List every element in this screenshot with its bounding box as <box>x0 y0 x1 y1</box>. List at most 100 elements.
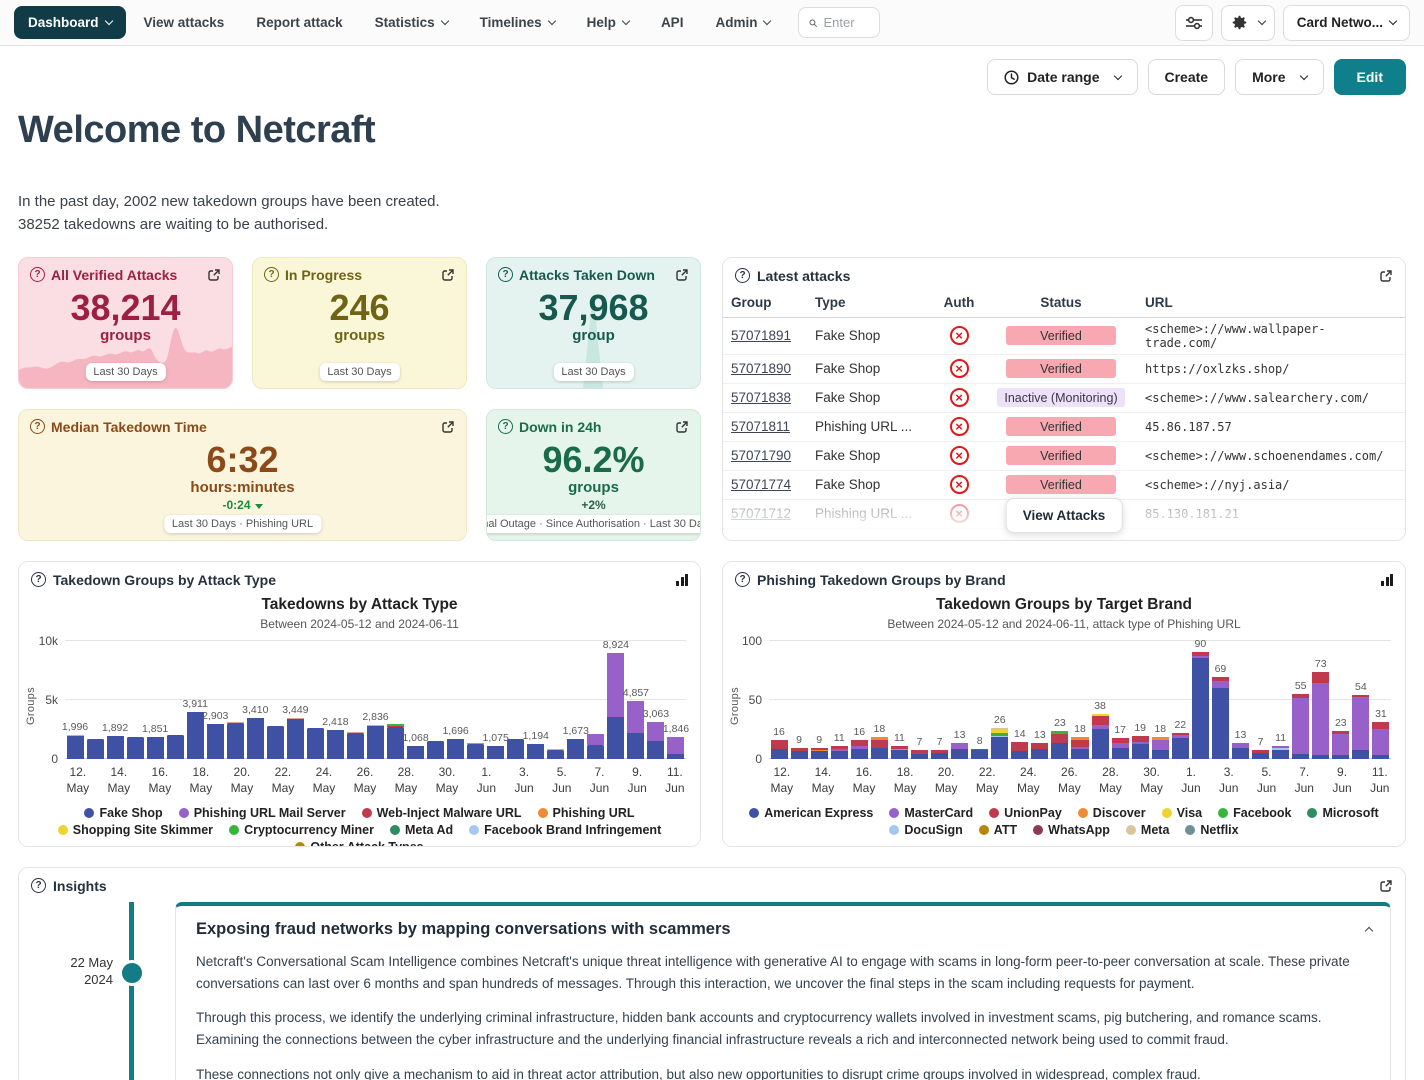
help-icon[interactable]: ? <box>30 419 45 434</box>
help-icon[interactable]: ? <box>735 268 750 283</box>
legend-item-meta-ad[interactable]: Meta Ad <box>390 823 453 837</box>
view-attacks-button[interactable]: View Attacks <box>1006 498 1123 533</box>
help-icon[interactable]: ? <box>735 572 750 587</box>
legend-item-fake-shop[interactable]: Fake Shop <box>84 806 162 820</box>
nav-item-admin[interactable]: Admin <box>701 6 784 39</box>
legend-item-unionpay[interactable]: UnionPay <box>989 806 1062 820</box>
bar[interactable]: 2,418 <box>327 641 344 759</box>
bar[interactable]: 3,449 <box>287 641 304 759</box>
group-id-link[interactable]: 57071890 <box>731 361 791 376</box>
bar[interactable]: 23 <box>1051 641 1068 759</box>
external-link-icon[interactable] <box>441 420 455 434</box>
legend-item-phishing-url[interactable]: Phishing URL <box>538 806 635 820</box>
bar[interactable]: 11 <box>831 641 848 759</box>
bar[interactable]: 1,075 <box>487 641 504 759</box>
legend-item-phishing-url-mail-server[interactable]: Phishing URL Mail Server <box>179 806 346 820</box>
bar-chart-icon[interactable] <box>1381 574 1393 586</box>
bar[interactable]: 7 <box>911 641 928 759</box>
bar[interactable] <box>547 641 564 759</box>
external-link-icon[interactable] <box>441 268 455 282</box>
legend-item-docusign[interactable]: DocuSign <box>889 823 962 837</box>
bar[interactable] <box>587 641 604 759</box>
bar[interactable]: 2,836 <box>367 641 384 759</box>
bar[interactable]: 1,068 <box>407 641 424 759</box>
bar[interactable]: 11 <box>1272 641 1289 759</box>
legend-item-att[interactable]: ATT <box>979 823 1017 837</box>
legend-item-web-inject-malware-url[interactable]: Web-Inject Malware URL <box>362 806 522 820</box>
legend-item-microsoft[interactable]: Microsoft <box>1307 806 1378 820</box>
external-link-icon[interactable] <box>207 268 221 282</box>
legend-item-netflix[interactable]: Netflix <box>1185 823 1238 837</box>
bar[interactable]: 9 <box>811 641 828 759</box>
bar[interactable]: 8,924 <box>607 641 624 759</box>
bar[interactable]: 1,892 <box>107 641 124 759</box>
legend-item-whatsapp[interactable]: WhatsApp <box>1033 823 1110 837</box>
bar[interactable]: 13 <box>1031 641 1048 759</box>
legend-item-other-attack-types[interactable]: Other Attack Types <box>295 840 423 847</box>
bar[interactable] <box>267 641 284 759</box>
bar[interactable]: 3,063 <box>647 641 664 759</box>
nav-item-api[interactable]: API <box>647 6 698 39</box>
bar[interactable] <box>347 641 364 759</box>
bar[interactable]: 7 <box>931 641 948 759</box>
bar[interactable]: 69 <box>1212 641 1229 759</box>
search-box[interactable] <box>798 7 880 38</box>
external-link-icon[interactable] <box>1379 879 1393 893</box>
auth-denied-icon[interactable]: × <box>950 388 969 407</box>
legend-item-facebook-brand-infringement[interactable]: Facebook Brand Infringement <box>469 823 661 837</box>
bar[interactable]: 1,996 <box>67 641 84 759</box>
bar[interactable]: 1,673 <box>567 641 584 759</box>
stat-card-in-progress[interactable]: ?In Progress246groupsLast 30 Days <box>252 257 467 389</box>
bar[interactable] <box>227 641 244 759</box>
group-id-link[interactable]: 57071838 <box>731 390 791 405</box>
nav-item-view-attacks[interactable]: View attacks <box>130 6 239 39</box>
bar[interactable]: 18 <box>1152 641 1169 759</box>
auth-denied-icon[interactable]: × <box>950 475 969 494</box>
collapse-button[interactable] <box>1355 918 1376 941</box>
external-link-icon[interactable] <box>1379 269 1393 283</box>
nav-item-statistics[interactable]: Statistics <box>361 6 462 39</box>
more-button[interactable]: More <box>1235 59 1323 95</box>
timeline-dot[interactable] <box>119 960 145 986</box>
stat-card-down-in-24h[interactable]: ?Down in 24h96.2%groups+2%Final Outage ·… <box>486 409 701 541</box>
bar[interactable]: 3,911 <box>187 641 204 759</box>
bar[interactable]: 9 <box>791 641 808 759</box>
bar[interactable]: 17 <box>1112 641 1129 759</box>
account-dropdown[interactable]: Card Netwo... <box>1283 5 1410 41</box>
bar[interactable]: 2,903 <box>207 641 224 759</box>
bar[interactable] <box>87 641 104 759</box>
auth-denied-icon[interactable]: × <box>950 326 969 345</box>
auth-denied-icon[interactable]: × <box>950 417 969 436</box>
help-icon[interactable]: ? <box>30 267 45 282</box>
bar[interactable]: 54 <box>1352 641 1369 759</box>
legend-item-meta[interactable]: Meta <box>1126 823 1169 837</box>
create-button[interactable]: Create <box>1148 59 1226 95</box>
help-icon[interactable]: ? <box>264 267 279 282</box>
bar[interactable]: 3,410 <box>247 641 264 759</box>
bar[interactable]: 1,851 <box>147 641 164 759</box>
group-id-link[interactable]: 57071891 <box>731 328 791 343</box>
bar[interactable]: 16 <box>851 641 868 759</box>
bar[interactable]: 13 <box>1232 641 1249 759</box>
bar[interactable]: 1,194 <box>527 641 544 759</box>
bar[interactable] <box>427 641 444 759</box>
stat-card-median-takedown-time[interactable]: ?Median Takedown Time6:32hours:minutes-0… <box>18 409 467 541</box>
bar[interactable]: 73 <box>1312 641 1329 759</box>
nav-item-help[interactable]: Help <box>573 6 643 39</box>
help-icon[interactable]: ? <box>31 878 46 893</box>
bar[interactable]: 1,696 <box>447 641 464 759</box>
edit-button[interactable]: Edit <box>1334 59 1406 95</box>
help-icon[interactable]: ? <box>498 267 513 282</box>
bar[interactable]: 31 <box>1372 641 1389 759</box>
filter-sliders-button[interactable] <box>1175 5 1213 41</box>
date-range-button[interactable]: Date range <box>987 59 1137 95</box>
bar[interactable]: 23 <box>1332 641 1349 759</box>
bar[interactable]: 14 <box>1011 641 1028 759</box>
stat-card-attacks-taken-down[interactable]: ?Attacks Taken Down37,968groupLast 30 Da… <box>486 257 701 389</box>
bar[interactable]: 55 <box>1292 641 1309 759</box>
group-id-link[interactable]: 57071790 <box>731 448 791 463</box>
legend-item-visa[interactable]: Visa <box>1162 806 1203 820</box>
bar[interactable]: 7 <box>1252 641 1269 759</box>
legend-item-mastercard[interactable]: MasterCard <box>889 806 973 820</box>
external-link-icon[interactable] <box>675 268 689 282</box>
